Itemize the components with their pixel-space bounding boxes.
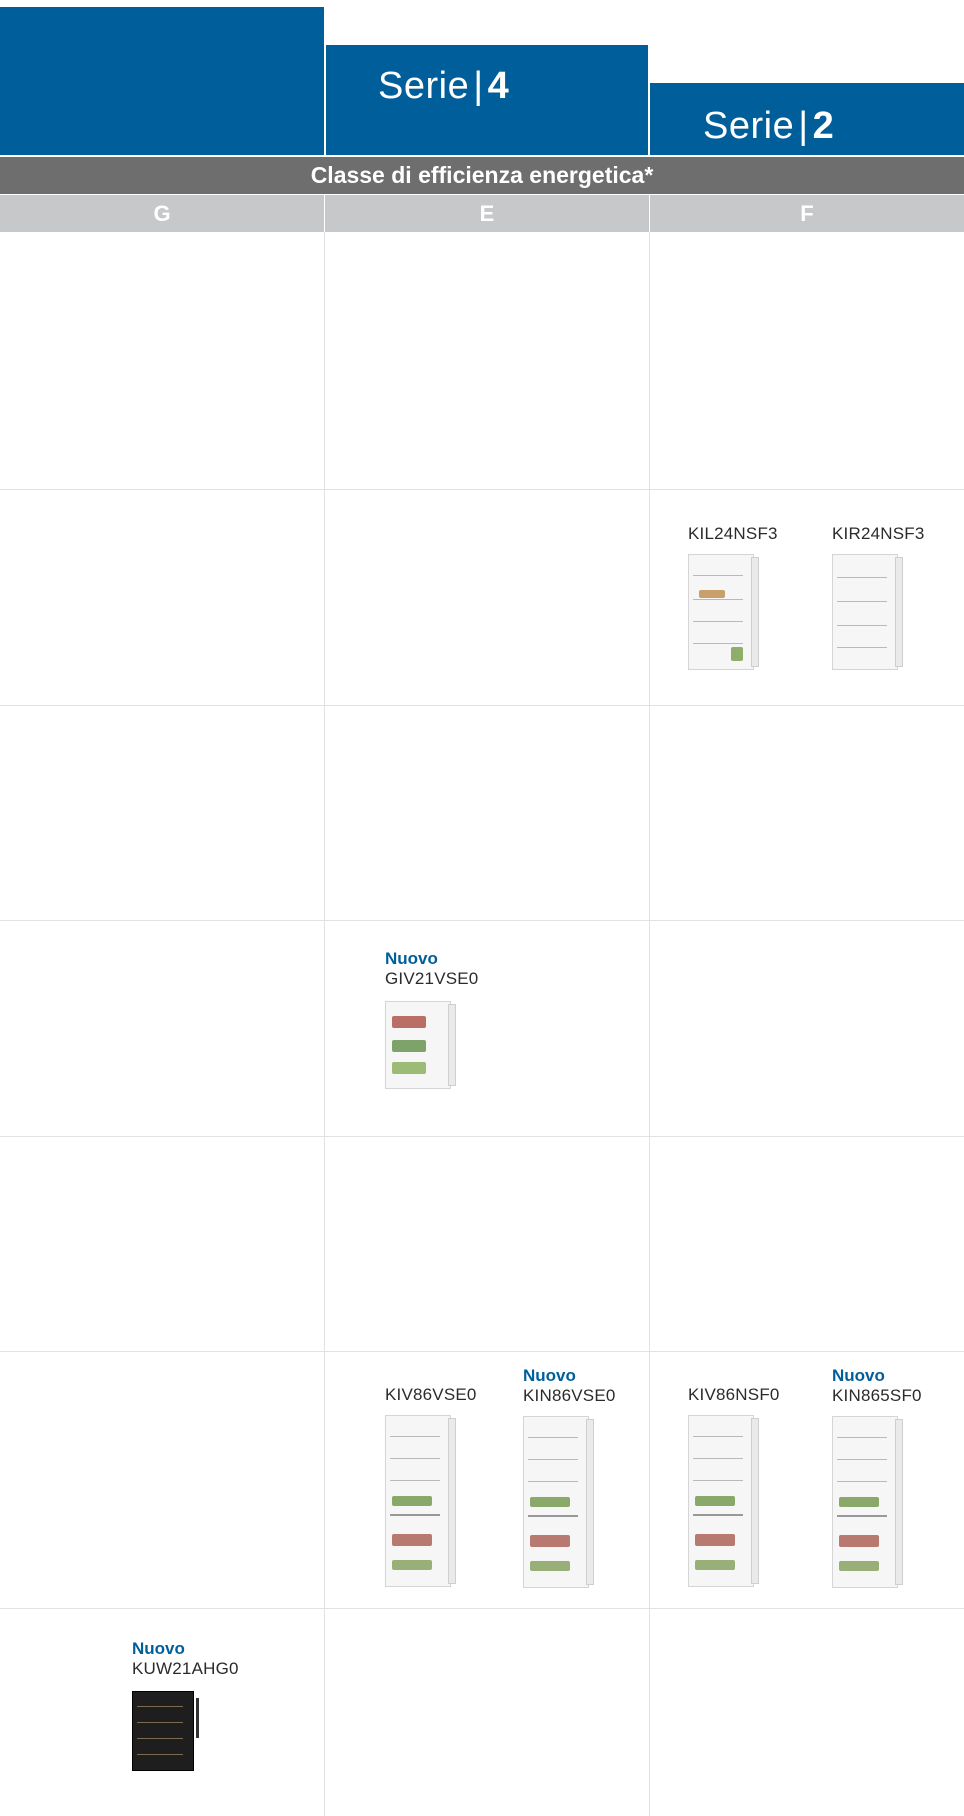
- product-card[interactable]: KIL24NSF3: [688, 524, 798, 670]
- header-block-serie2: Serie | 2: [650, 83, 964, 155]
- door-handle-icon: [196, 1698, 199, 1738]
- fridge-image: [688, 554, 759, 670]
- fridge-freezer-image: [523, 1416, 594, 1588]
- door-icon: [895, 557, 903, 667]
- energy-class-title: Classe di efficienza energetica*: [310, 162, 654, 188]
- model-name: KUW21AHG0: [132, 1659, 239, 1678]
- header-block-left: [0, 7, 324, 155]
- row-divider: [0, 1351, 964, 1352]
- serie4-label: Serie | 4: [378, 65, 510, 107]
- serie2-label: Serie | 2: [703, 105, 835, 147]
- product-card[interactable]: KIR24NSF3: [832, 524, 942, 670]
- product-card[interactable]: KIV86VSE0: [385, 1385, 505, 1587]
- model-name: GIV21VSE0: [385, 969, 479, 988]
- column-divider: [324, 232, 325, 1816]
- class-row: G E F: [0, 195, 964, 232]
- model-name: KIR24NSF3: [832, 524, 925, 543]
- row-divider: [0, 920, 964, 921]
- door-icon: [895, 1419, 903, 1585]
- row-divider: [0, 1608, 964, 1609]
- product-card[interactable]: Nuovo KUW21AHG0: [132, 1639, 262, 1771]
- row-divider: [0, 489, 964, 490]
- new-badge: Nuovo: [132, 1639, 185, 1658]
- class-f: F: [800, 201, 814, 226]
- model-name: KIN865SF0: [832, 1386, 922, 1405]
- energy-class-band: Classe di efficienza energetica*: [0, 157, 964, 194]
- header-block-serie4: Serie | 4: [326, 45, 648, 155]
- column-divider: [649, 232, 650, 1816]
- model-name: KIV86NSF0: [688, 1385, 780, 1404]
- class-g: G: [153, 201, 171, 226]
- door-icon: [586, 1419, 594, 1585]
- new-badge: Nuovo: [832, 1366, 885, 1385]
- row-divider: [0, 705, 964, 706]
- fridge-image: [832, 554, 903, 670]
- fridge-freezer-image: [385, 1415, 456, 1587]
- model-name: KIN86VSE0: [523, 1386, 616, 1405]
- model-name: KIV86VSE0: [385, 1385, 477, 1404]
- class-e: E: [479, 201, 495, 226]
- fridge-freezer-image: [688, 1415, 759, 1587]
- door-icon: [448, 1004, 456, 1086]
- door-icon: [751, 1418, 759, 1584]
- door-icon: [751, 557, 759, 667]
- wine-cooler-image: [132, 1691, 199, 1771]
- freezer-image: [385, 1001, 456, 1089]
- new-badge: Nuovo: [523, 1366, 576, 1385]
- row-divider: [0, 1136, 964, 1137]
- product-card[interactable]: KIV86NSF0: [688, 1385, 808, 1587]
- product-card[interactable]: Nuovo KIN865SF0: [832, 1366, 952, 1588]
- product-card[interactable]: Nuovo GIV21VSE0: [385, 949, 505, 1089]
- new-badge: Nuovo: [385, 949, 438, 968]
- model-name: KIL24NSF3: [688, 524, 778, 543]
- fridge-freezer-image: [832, 1416, 903, 1588]
- door-icon: [448, 1418, 456, 1584]
- product-card[interactable]: Nuovo KIN86VSE0: [523, 1366, 643, 1588]
